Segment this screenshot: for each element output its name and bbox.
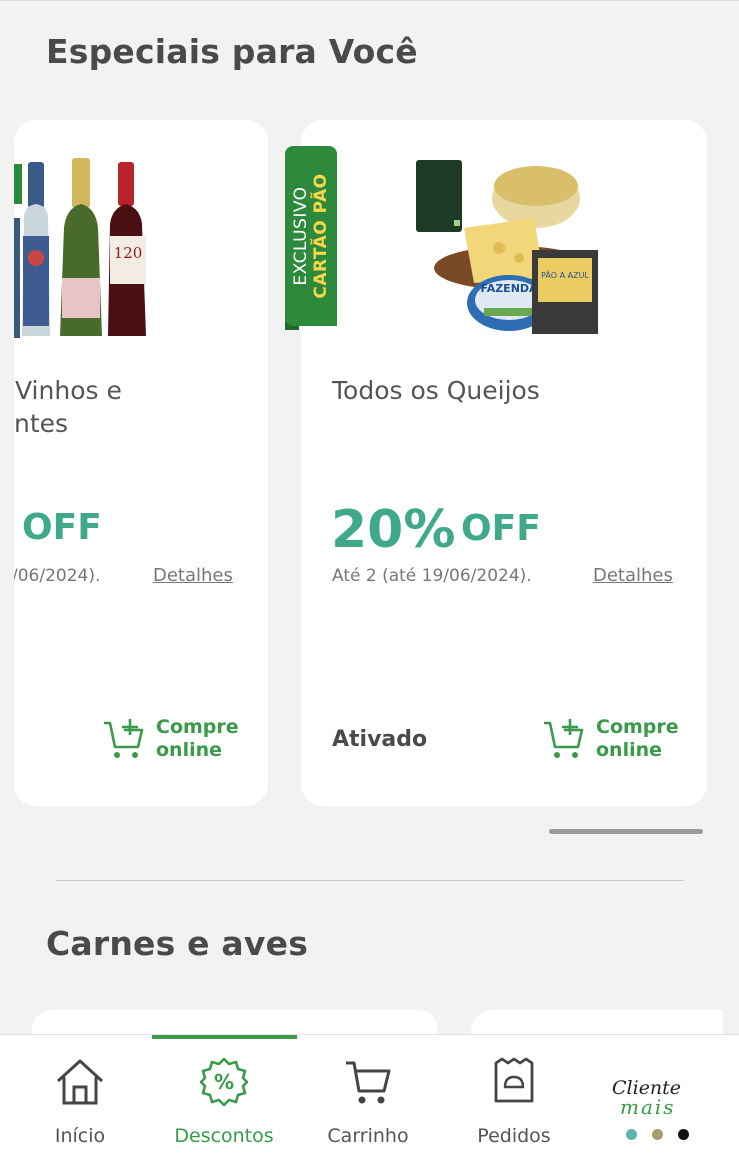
home-icon [56,1059,104,1105]
nav-label: Início [54,1125,106,1147]
buy-online-button[interactable]: Compre online [102,716,256,762]
nav-item-inicio[interactable]: Início [8,1035,152,1163]
details-link[interactable]: Detalhes [153,565,233,586]
nav-label: Pedidos [477,1125,551,1147]
card-title-line1: Vinhos e [15,376,122,405]
off-label: OFF [461,508,541,549]
exclusive-badge: EXCLUSIVO CARTÃO PÃO [285,146,337,326]
svg-text:FAZENDA: FAZENDA [480,282,538,295]
nav-label: Carrinho [327,1125,409,1147]
nav-item-pedidos[interactable]: Pedidos [442,1035,586,1163]
activated-status: Ativado [332,727,428,752]
add-to-cart-icon [104,719,144,758]
card-title: Todos os Queijos [332,376,540,405]
section-divider [56,880,684,881]
svg-text:120: 120 [114,244,143,262]
carousel-scrollbar[interactable] [549,829,703,834]
svg-text:PÃO A AZUL: PÃO A AZUL [541,270,589,280]
orders-bag-icon [494,1057,534,1103]
add-to-cart-icon [544,719,584,758]
logo-dot-black [678,1129,689,1140]
details-link[interactable]: Detalhes [593,565,673,586]
nav-item-carrinho[interactable]: Carrinho [296,1035,440,1163]
valid-until-text: /06/2024). [14,566,101,586]
logo-dot-teal [626,1129,637,1140]
cart-icon [346,1061,391,1104]
nav-item-descontos[interactable]: % Descontos [152,1035,296,1163]
logo-text-mais: mais [620,1095,676,1119]
bottom-navigation: Início % Descontos Carrinho Pedidos Clie… [0,1034,739,1163]
buy-online-label: Compre online [156,716,239,761]
wine-bottles-image: 120 [14,158,146,338]
cliente-mais-logo[interactable]: Cliente mais [600,1065,720,1155]
buy-online-label: Compre online [596,716,679,761]
section-title-especiais: Especiais para Você [46,32,418,71]
cheese-products-image: FAZENDA PÃO A AZUL [416,160,598,334]
buy-online-button[interactable]: Compre online [542,716,696,762]
badge-line1: EXCLUSIVO [291,186,311,286]
offer-card-cheeses[interactable]: FAZENDA PÃO A AZUL Todos os Queijos 20% … [301,120,707,806]
offer-card-wines[interactable]: 120 Vinhos e ntes OFF /06/2024). Detalhe… [14,120,268,806]
section-title-carnes: Carnes e aves [46,924,309,963]
logo-dot-olive [652,1129,663,1140]
discount-badge-icon: % [199,1057,249,1107]
card-title-line2: ntes [14,409,69,438]
top-divider [0,0,739,1]
discount-percentage: 20% [331,500,456,560]
badge-line2: CARTÃO PÃO [311,173,331,299]
nav-label: Descontos [174,1125,274,1147]
off-label: OFF [22,507,102,548]
svg-text:%: % [214,1070,234,1094]
valid-until-text: Até 2 (até 19/06/2024). [332,566,532,586]
